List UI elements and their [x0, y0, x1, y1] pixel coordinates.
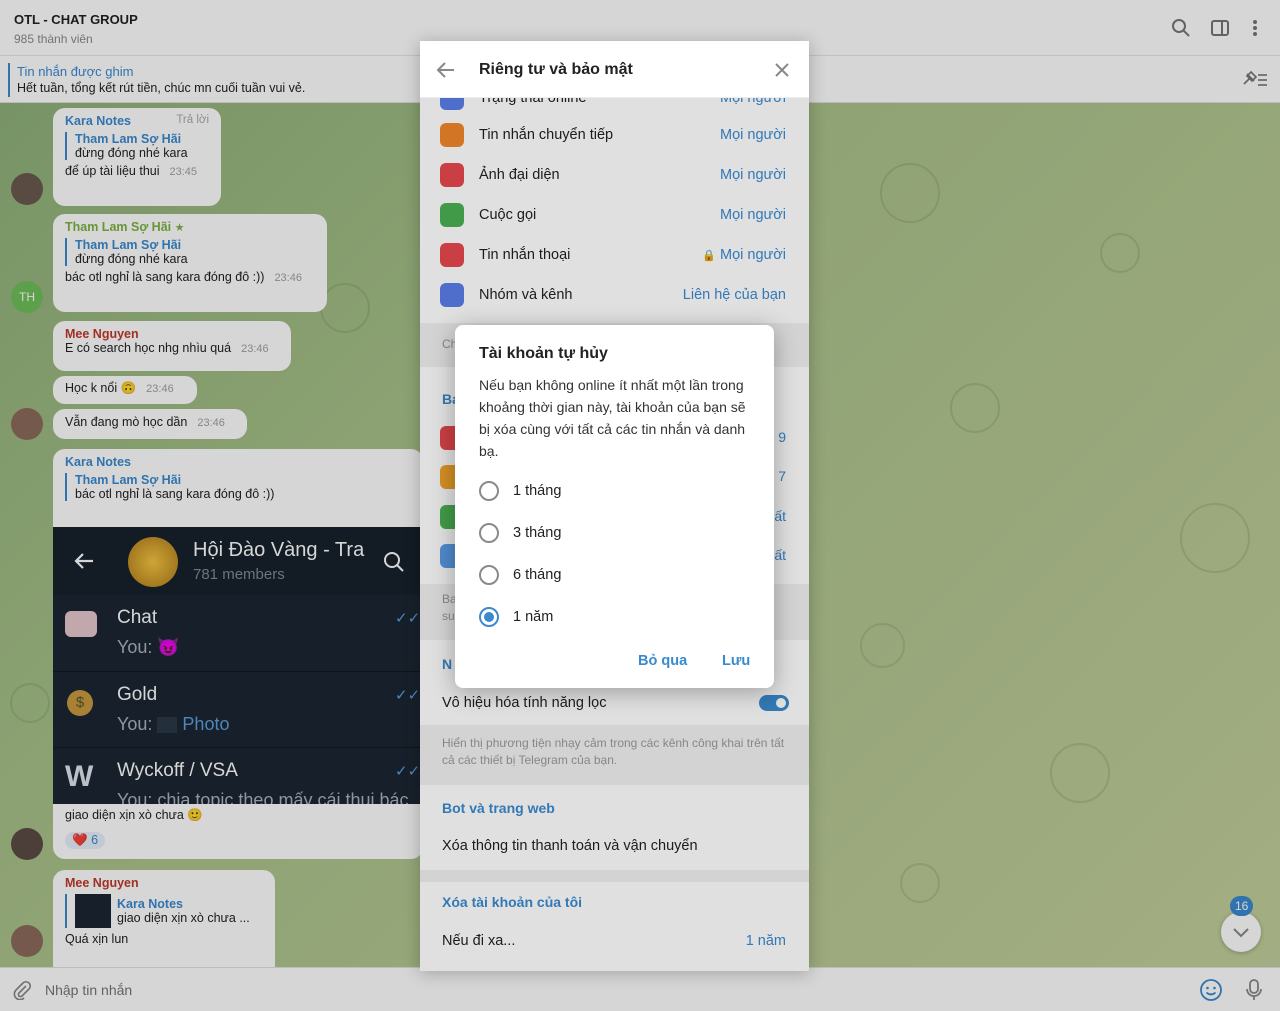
- dialog-title: Tài khoản tự hủy: [479, 345, 608, 362]
- panel-title: Riêng tư và bảo mật: [479, 61, 633, 78]
- panel-header: Riêng tư và bảo mật: [420, 41, 809, 98]
- option-label: 6 tháng: [513, 567, 562, 583]
- option-3-months[interactable]: 3 tháng: [455, 522, 774, 552]
- cancel-button[interactable]: Bỏ qua: [638, 653, 687, 669]
- close-icon[interactable]: [774, 62, 790, 78]
- radio-button[interactable]: [479, 565, 499, 585]
- dialog-body: Nếu bạn không online ít nhất một lần tro…: [479, 377, 746, 459]
- radio-button[interactable]: [479, 481, 499, 501]
- back-arrow-icon[interactable]: [436, 61, 456, 79]
- option-label: 1 tháng: [513, 483, 562, 499]
- radio-button[interactable]: [479, 523, 499, 543]
- option-1-year[interactable]: 1 năm: [455, 606, 774, 636]
- self-destruct-dialog: Tài khoản tự hủy Nếu bạn không online ít…: [455, 325, 774, 688]
- option-label: 1 năm: [513, 609, 554, 625]
- save-button[interactable]: Lưu: [722, 653, 750, 669]
- option-label: 3 tháng: [513, 525, 562, 541]
- radio-button-selected[interactable]: [479, 607, 499, 627]
- option-1-month[interactable]: 1 tháng: [455, 480, 774, 510]
- option-6-months[interactable]: 6 tháng: [455, 564, 774, 594]
